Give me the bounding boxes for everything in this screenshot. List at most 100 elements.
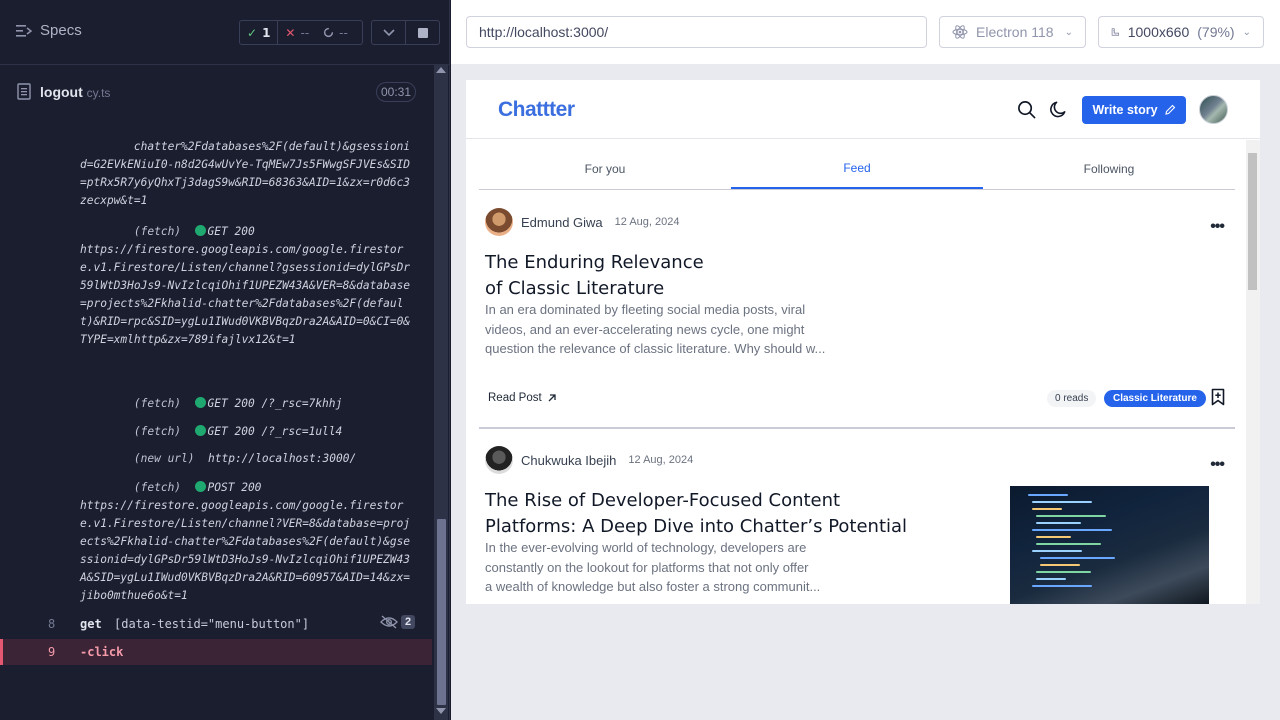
code-line [1028,494,1068,496]
code-line [1036,515,1106,517]
log-method: GET 200 [207,225,255,238]
command-row-get[interactable]: 8 get [data-testid="menu-button"] 2 [0,611,432,637]
code-line [1036,571,1091,573]
excerpt-line: constantly on the lookout for platforms … [485,559,809,575]
post-thumbnail-image[interactable] [1010,486,1209,604]
chevron-down-icon [382,28,395,36]
aut-header: http://localhost:3000/ Electron 118 ⌄ 10… [451,0,1280,64]
app-iframe: Chattter Write story For you Feed Follow… [466,80,1260,604]
app-logo[interactable]: Chattter [498,98,575,122]
scroll-down-arrow-icon[interactable] [436,708,446,714]
hidden-elements-badge: 2 [380,615,416,629]
pending-stat: -- [316,21,355,44]
code-line [1036,522,1081,524]
log-text: https://firestore.googleapis.com/google.… [80,499,411,602]
search-icon[interactable] [1017,100,1036,119]
spec-name: logout [40,84,83,100]
status-dot-icon [194,481,206,492]
log-text: https://firestore.googleapis.com/google.… [80,243,411,346]
viewport-selector[interactable]: 1000x660 (79%) ⌄ [1098,16,1264,48]
command-name: get [80,617,102,631]
category-badge[interactable]: Classic Literature [1104,390,1206,407]
excerpt-line: a wealth of knowledge but also foster a … [485,579,821,594]
log-entry[interactable]: (fetch) GET 200 https://firestore.google… [80,205,415,367]
moon-icon[interactable] [1049,100,1068,119]
command-log: chatter%2Fdatabases%2F(default)&gsession… [0,117,432,680]
post-author[interactable]: Edmund Giwa 12 Aug, 2024 [485,208,680,236]
x-icon: ✕ [285,25,296,40]
passed-stat: ✓ 1 [240,21,279,44]
electron-icon [952,25,968,39]
tab-following[interactable]: Following [983,148,1235,189]
excerpt-line: In an era dominated by fleeting social m… [485,302,806,317]
pending-circle-icon [324,27,334,38]
command-message: [data-testid="menu-button"] [114,617,310,631]
feed-container: For you Feed Following Edmund Giwa 12 Au… [466,140,1260,604]
post-excerpt: In the ever-evolving world of technology… [485,538,820,597]
user-avatar[interactable] [1199,95,1228,124]
code-line [1032,529,1112,531]
spec-title: logout cy.ts [40,84,110,100]
app-under-test-panel: http://localhost:3000/ Electron 118 ⌄ 10… [451,0,1280,720]
test-stats: ✓ 1 ✕ -- -- [239,20,363,45]
viewport-scale: (79%) [1197,24,1235,40]
feed-scroll-thumb[interactable] [1248,153,1257,290]
failed-stat: ✕ -- [278,21,316,44]
log-text: chatter%2Fdatabases%2F(default)&gsession… [80,140,411,207]
specs-label: Specs [40,22,82,39]
post-author[interactable]: Chukwuka Ibejih 12 Aug, 2024 [485,446,693,474]
code-line [1032,501,1092,503]
post-title-line: of Classic Literature [485,278,665,299]
failed-count: -- [300,25,310,40]
code-line [1036,536,1071,538]
pending-count: -- [339,25,348,40]
tab-feed[interactable]: Feed [731,148,983,189]
stop-button[interactable] [405,20,440,45]
command-row-click[interactable]: 9 -click [0,639,432,665]
excerpt-line: question the relevance of classic litera… [485,341,826,356]
author-name: Edmund Giwa [521,214,603,230]
post-title[interactable]: The Rise of Developer-Focused Content Pl… [485,488,907,540]
scroll-up-arrow-icon[interactable] [436,67,446,73]
browser-selector[interactable]: Electron 118 ⌄ [939,16,1086,48]
log-kind: (fetch) [133,481,182,494]
read-post-link[interactable]: Read Post [488,392,557,404]
post-title-line: Platforms: A Deep Dive into Chatter’s Po… [485,516,908,537]
code-line [1040,564,1080,566]
code-line [1032,585,1092,587]
specs-button[interactable]: Specs [16,22,82,39]
post-date: 12 Aug, 2024 [628,454,694,466]
more-options-icon[interactable]: ••• [1210,456,1225,474]
spec-duration: 00:31 [376,82,416,102]
specs-list-icon [16,24,32,37]
post-title[interactable]: The Enduring Relevance of Classic Litera… [485,250,704,302]
app-navbar: Chattter Write story [466,80,1260,139]
log-method: POST 200 [207,481,262,494]
read-post-label: Read Post [488,392,542,404]
post-card: Edmund Giwa 12 Aug, 2024 ••• The Endurin… [485,208,1230,408]
write-story-button[interactable]: Write story [1082,96,1186,124]
url-bar[interactable]: http://localhost:3000/ [466,16,927,48]
browser-name: Electron 118 [976,24,1054,40]
reporter-panel: Specs ✓ 1 ✕ -- -- logout cy.ts 00:31 cha… [0,0,450,720]
code-line [1032,550,1082,552]
write-story-label: Write story [1092,103,1158,117]
reads-badge: 0 reads [1047,390,1097,407]
tab-for-you[interactable]: For you [479,148,731,189]
chevron-down-icon: ⌄ [1242,26,1251,38]
more-options-icon[interactable]: ••• [1210,218,1225,236]
arrow-up-right-icon [548,394,556,402]
post-excerpt: In an era dominated by fleeting social m… [485,300,825,359]
document-icon [17,83,31,100]
scroll-thumb[interactable] [437,519,446,705]
run-options-button[interactable] [371,20,406,45]
passed-count: 1 [262,25,271,40]
command-number: 9 [48,645,56,659]
code-line [1032,508,1062,510]
author-avatar [485,208,513,236]
bookmark-add-icon[interactable] [1211,388,1225,406]
post-title-line: The Enduring Relevance [485,252,704,273]
log-entry[interactable]: (fetch) POST 200 https://firestore.googl… [80,461,415,623]
command-number: 8 [48,617,56,631]
post-title-line: The Rise of Developer-Focused Content [485,490,841,511]
